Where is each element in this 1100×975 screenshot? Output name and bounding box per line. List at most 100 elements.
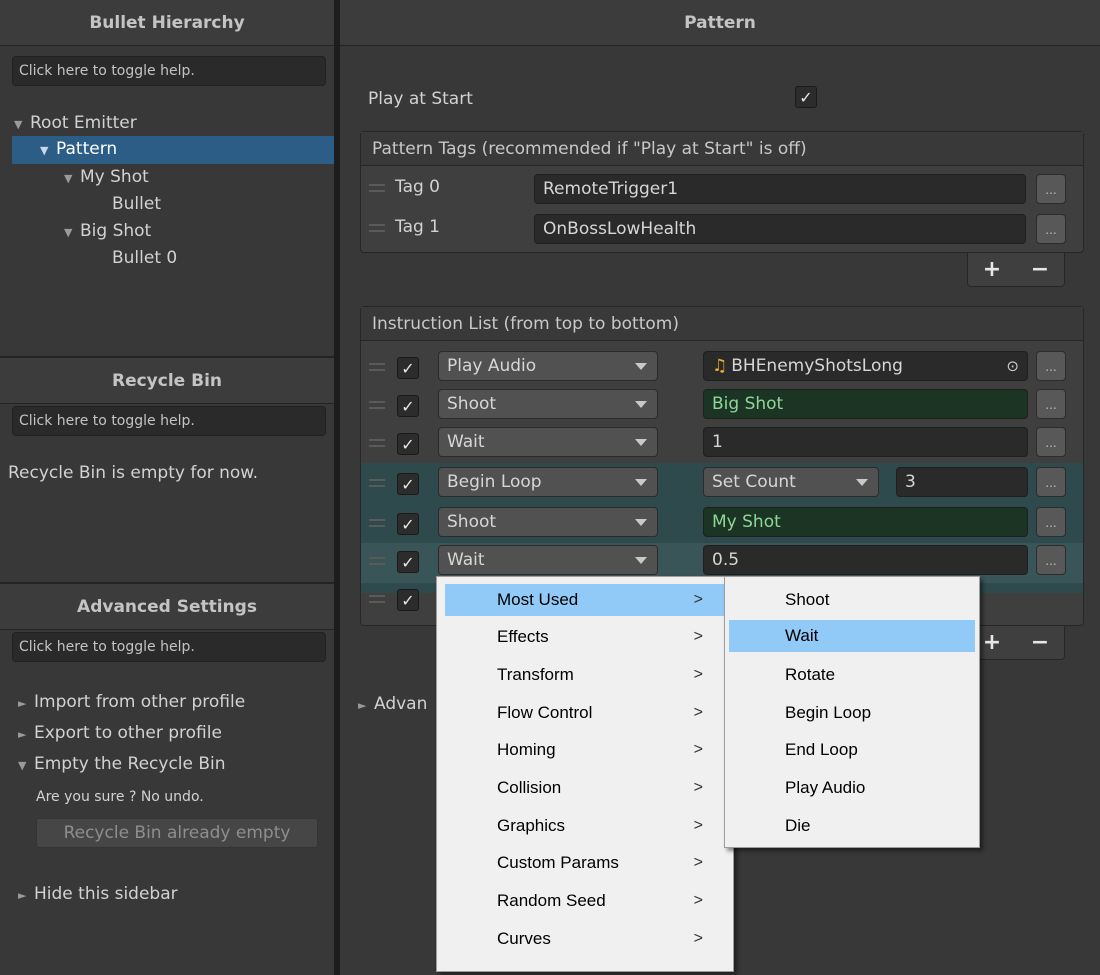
- dropdown-arrow-icon: [856, 479, 868, 486]
- most-used-submenu: Shoot Wait Rotate Begin Loop End Loop Pl…: [724, 576, 980, 848]
- instruction-options-button[interactable]: ...: [1036, 507, 1066, 537]
- drag-handle-icon[interactable]: [369, 479, 385, 487]
- menu-item-homing[interactable]: Homing >: [445, 734, 725, 766]
- loop-mode-dropdown[interactable]: Set Count: [703, 467, 879, 497]
- tag-0-options-button[interactable]: ...: [1036, 174, 1066, 204]
- expanded-triangle-icon[interactable]: ▼: [14, 118, 30, 131]
- expanded-triangle-icon[interactable]: ▼: [18, 759, 34, 772]
- menu-item-collision[interactable]: Collision >: [445, 772, 725, 804]
- pattern-header: Pattern: [340, 0, 1100, 46]
- menu-item-flow-control[interactable]: Flow Control >: [445, 697, 725, 729]
- collapsed-triangle-icon[interactable]: ►: [18, 728, 34, 741]
- chevron-right-icon: >: [693, 591, 703, 608]
- remove-tag-button[interactable]: −: [1031, 257, 1049, 282]
- drag-handle-icon[interactable]: [369, 401, 385, 409]
- wait-duration-input[interactable]: 1: [703, 427, 1028, 457]
- dropdown-arrow-icon: [635, 479, 647, 486]
- instruction-enabled-checkbox[interactable]: ✓: [397, 395, 419, 417]
- recycle-help-toggle[interactable]: Click here to toggle help.: [12, 406, 326, 436]
- pattern-tags-title: Pattern Tags (recommended if "Play at St…: [361, 132, 1083, 166]
- menu-item-most-used[interactable]: Most Used >: [445, 584, 725, 616]
- instruction-type-dropdown[interactable]: Shoot: [438, 507, 658, 537]
- tree-item-pattern[interactable]: ▼ Pattern: [40, 139, 117, 159]
- submenu-item-begin-loop[interactable]: Begin Loop: [729, 697, 975, 729]
- instructions-add-remove: + −: [967, 626, 1065, 660]
- shot-reference-field[interactable]: My Shot: [703, 507, 1028, 537]
- empty-bin-foldout[interactable]: ▼ Empty the Recycle Bin: [18, 754, 226, 774]
- instruction-type-dropdown[interactable]: Wait: [438, 545, 658, 575]
- drag-handle-icon[interactable]: [369, 519, 385, 527]
- instruction-type-dropdown[interactable]: Shoot: [438, 389, 658, 419]
- chevron-right-icon: >: [693, 704, 703, 721]
- instruction-enabled-checkbox[interactable]: ✓: [397, 551, 419, 573]
- remove-instruction-button[interactable]: −: [1031, 630, 1049, 655]
- collapsed-triangle-icon[interactable]: ►: [18, 697, 34, 710]
- tag-0-input[interactable]: RemoteTrigger1: [534, 174, 1026, 204]
- submenu-item-shoot[interactable]: Shoot: [729, 584, 975, 616]
- tree-item-big-shot[interactable]: ▼ Big Shot: [64, 221, 151, 241]
- instruction-type-dropdown[interactable]: Begin Loop: [438, 467, 658, 497]
- instruction-options-button[interactable]: ...: [1036, 545, 1066, 575]
- submenu-item-play-audio[interactable]: Play Audio: [729, 772, 975, 804]
- tag-1-options-button[interactable]: ...: [1036, 214, 1066, 244]
- audio-clip-field[interactable]: ♫ BHEnemyShotsLong ⊙: [703, 351, 1028, 381]
- chevron-right-icon: >: [693, 817, 703, 834]
- drag-handle-icon[interactable]: [369, 439, 385, 447]
- instruction-options-button[interactable]: ...: [1036, 351, 1066, 381]
- wait-duration-input[interactable]: 0.5: [703, 545, 1028, 575]
- menu-item-random-seed[interactable]: Random Seed >: [445, 885, 725, 917]
- drag-handle-icon[interactable]: [369, 595, 385, 603]
- menu-item-effects[interactable]: Effects >: [445, 621, 725, 653]
- expanded-triangle-icon[interactable]: ▼: [40, 144, 56, 157]
- submenu-item-die[interactable]: Die: [729, 810, 975, 842]
- drag-handle-icon[interactable]: [369, 184, 385, 192]
- add-instruction-button[interactable]: +: [983, 630, 1001, 655]
- instruction-enabled-checkbox[interactable]: ✓: [397, 513, 419, 535]
- checkmark-icon: ✓: [401, 396, 415, 416]
- tree-item-bullet-0[interactable]: Bullet 0: [112, 248, 177, 268]
- instruction-enabled-checkbox[interactable]: ✓: [397, 357, 419, 379]
- loop-count-input[interactable]: 3: [896, 467, 1028, 497]
- advanced-foldout[interactable]: ► Advan: [358, 694, 427, 714]
- add-tag-button[interactable]: +: [983, 257, 1001, 282]
- instruction-options-button[interactable]: ...: [1036, 467, 1066, 497]
- tag-1-input[interactable]: OnBossLowHealth: [534, 214, 1026, 244]
- tree-item-root-emitter[interactable]: ▼ Root Emitter: [14, 113, 137, 133]
- drag-handle-icon[interactable]: [369, 557, 385, 565]
- drag-handle-icon[interactable]: [369, 224, 385, 232]
- tree-item-bullet[interactable]: Bullet: [112, 194, 161, 214]
- empty-bin-button[interactable]: Recycle Bin already empty: [36, 818, 318, 848]
- advanced-help-toggle[interactable]: Click here to toggle help.: [12, 632, 326, 662]
- submenu-item-end-loop[interactable]: End Loop: [729, 734, 975, 766]
- checkmark-icon: ✓: [401, 552, 415, 572]
- tree-item-my-shot[interactable]: ▼ My Shot: [64, 167, 149, 187]
- menu-item-custom-params[interactable]: Custom Params >: [445, 847, 725, 879]
- shot-reference-field[interactable]: Big Shot: [703, 389, 1028, 419]
- dropdown-arrow-icon: [635, 557, 647, 564]
- submenu-item-rotate[interactable]: Rotate: [729, 659, 975, 691]
- import-foldout[interactable]: ► Import from other profile: [18, 692, 245, 712]
- collapsed-triangle-icon[interactable]: ►: [18, 889, 34, 902]
- menu-item-graphics[interactable]: Graphics >: [445, 810, 725, 842]
- export-foldout[interactable]: ► Export to other profile: [18, 723, 222, 743]
- instruction-enabled-checkbox[interactable]: ✓: [397, 473, 419, 495]
- hierarchy-help-toggle[interactable]: Click here to toggle help.: [12, 56, 326, 86]
- instruction-type-dropdown[interactable]: Wait: [438, 427, 658, 457]
- expanded-triangle-icon[interactable]: ▼: [64, 226, 80, 239]
- menu-item-curves[interactable]: Curves >: [445, 923, 725, 955]
- submenu-item-wait[interactable]: Wait: [729, 620, 975, 652]
- sidebar: Bullet Hierarchy Click here to toggle he…: [0, 0, 340, 975]
- chevron-right-icon: >: [693, 930, 703, 947]
- instruction-type-dropdown[interactable]: Play Audio: [438, 351, 658, 381]
- instruction-enabled-checkbox[interactable]: ✓: [397, 433, 419, 455]
- instruction-options-button[interactable]: ...: [1036, 427, 1066, 457]
- menu-item-transform[interactable]: Transform >: [445, 659, 725, 691]
- instruction-options-button[interactable]: ...: [1036, 389, 1066, 419]
- play-at-start-checkbox[interactable]: ✓: [795, 86, 817, 108]
- hide-sidebar-foldout[interactable]: ► Hide this sidebar: [18, 884, 178, 904]
- object-picker-icon[interactable]: ⊙: [1006, 357, 1019, 375]
- expanded-triangle-icon[interactable]: ▼: [64, 172, 80, 185]
- collapsed-triangle-icon[interactable]: ►: [358, 699, 374, 712]
- drag-handle-icon[interactable]: [369, 363, 385, 371]
- instruction-enabled-checkbox[interactable]: ✓: [397, 589, 419, 611]
